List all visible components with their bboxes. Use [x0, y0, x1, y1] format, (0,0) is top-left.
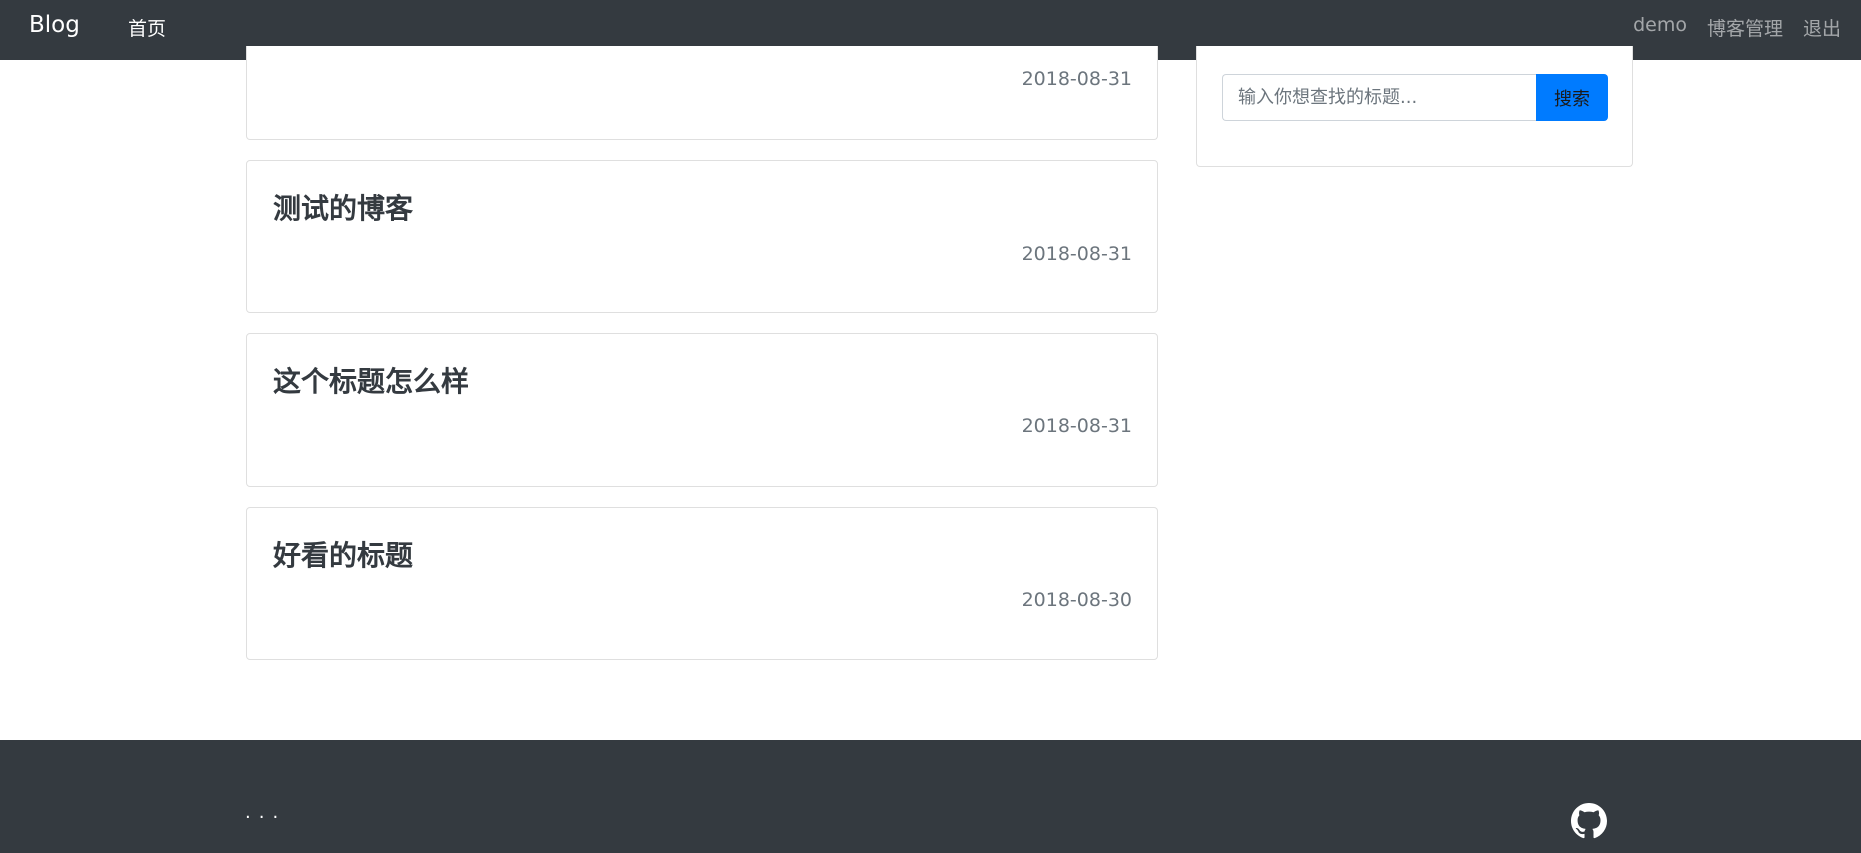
nav-right-group: demo 博客管理 退出 — [1633, 14, 1841, 41]
post-date: 2018-08-31 — [1021, 415, 1132, 437]
post-card[interactable]: 测试的博客 2018-08-31 — [246, 160, 1158, 313]
post-title[interactable]: 测试的博客 — [273, 187, 413, 227]
post-title[interactable]: 好看的标题 — [273, 534, 413, 574]
github-icon[interactable] — [1571, 803, 1607, 839]
search-button[interactable]: 搜索 — [1536, 74, 1608, 121]
post-card[interactable]: 这个标题怎么样 2018-08-31 — [246, 333, 1158, 487]
nav-home-link[interactable]: 首页 — [128, 14, 166, 41]
post-title[interactable]: 这个标题怎么样 — [273, 360, 469, 400]
nav-logout-link[interactable]: 退出 — [1803, 14, 1841, 41]
post-date: 2018-08-31 — [1021, 68, 1132, 90]
post-date: 2018-08-31 — [1021, 243, 1132, 265]
search-input[interactable] — [1222, 74, 1536, 121]
footer-dots: ... — [245, 802, 287, 823]
post-card[interactable]: 好看的标题 2018-08-30 — [246, 507, 1158, 660]
post-date: 2018-08-30 — [1021, 589, 1132, 611]
nav-user-link[interactable]: demo — [1633, 14, 1687, 41]
nav-manage-link[interactable]: 博客管理 — [1707, 14, 1783, 41]
brand-link[interactable]: Blog — [29, 12, 80, 38]
post-card[interactable]: 2018-08-31 — [246, 46, 1158, 140]
